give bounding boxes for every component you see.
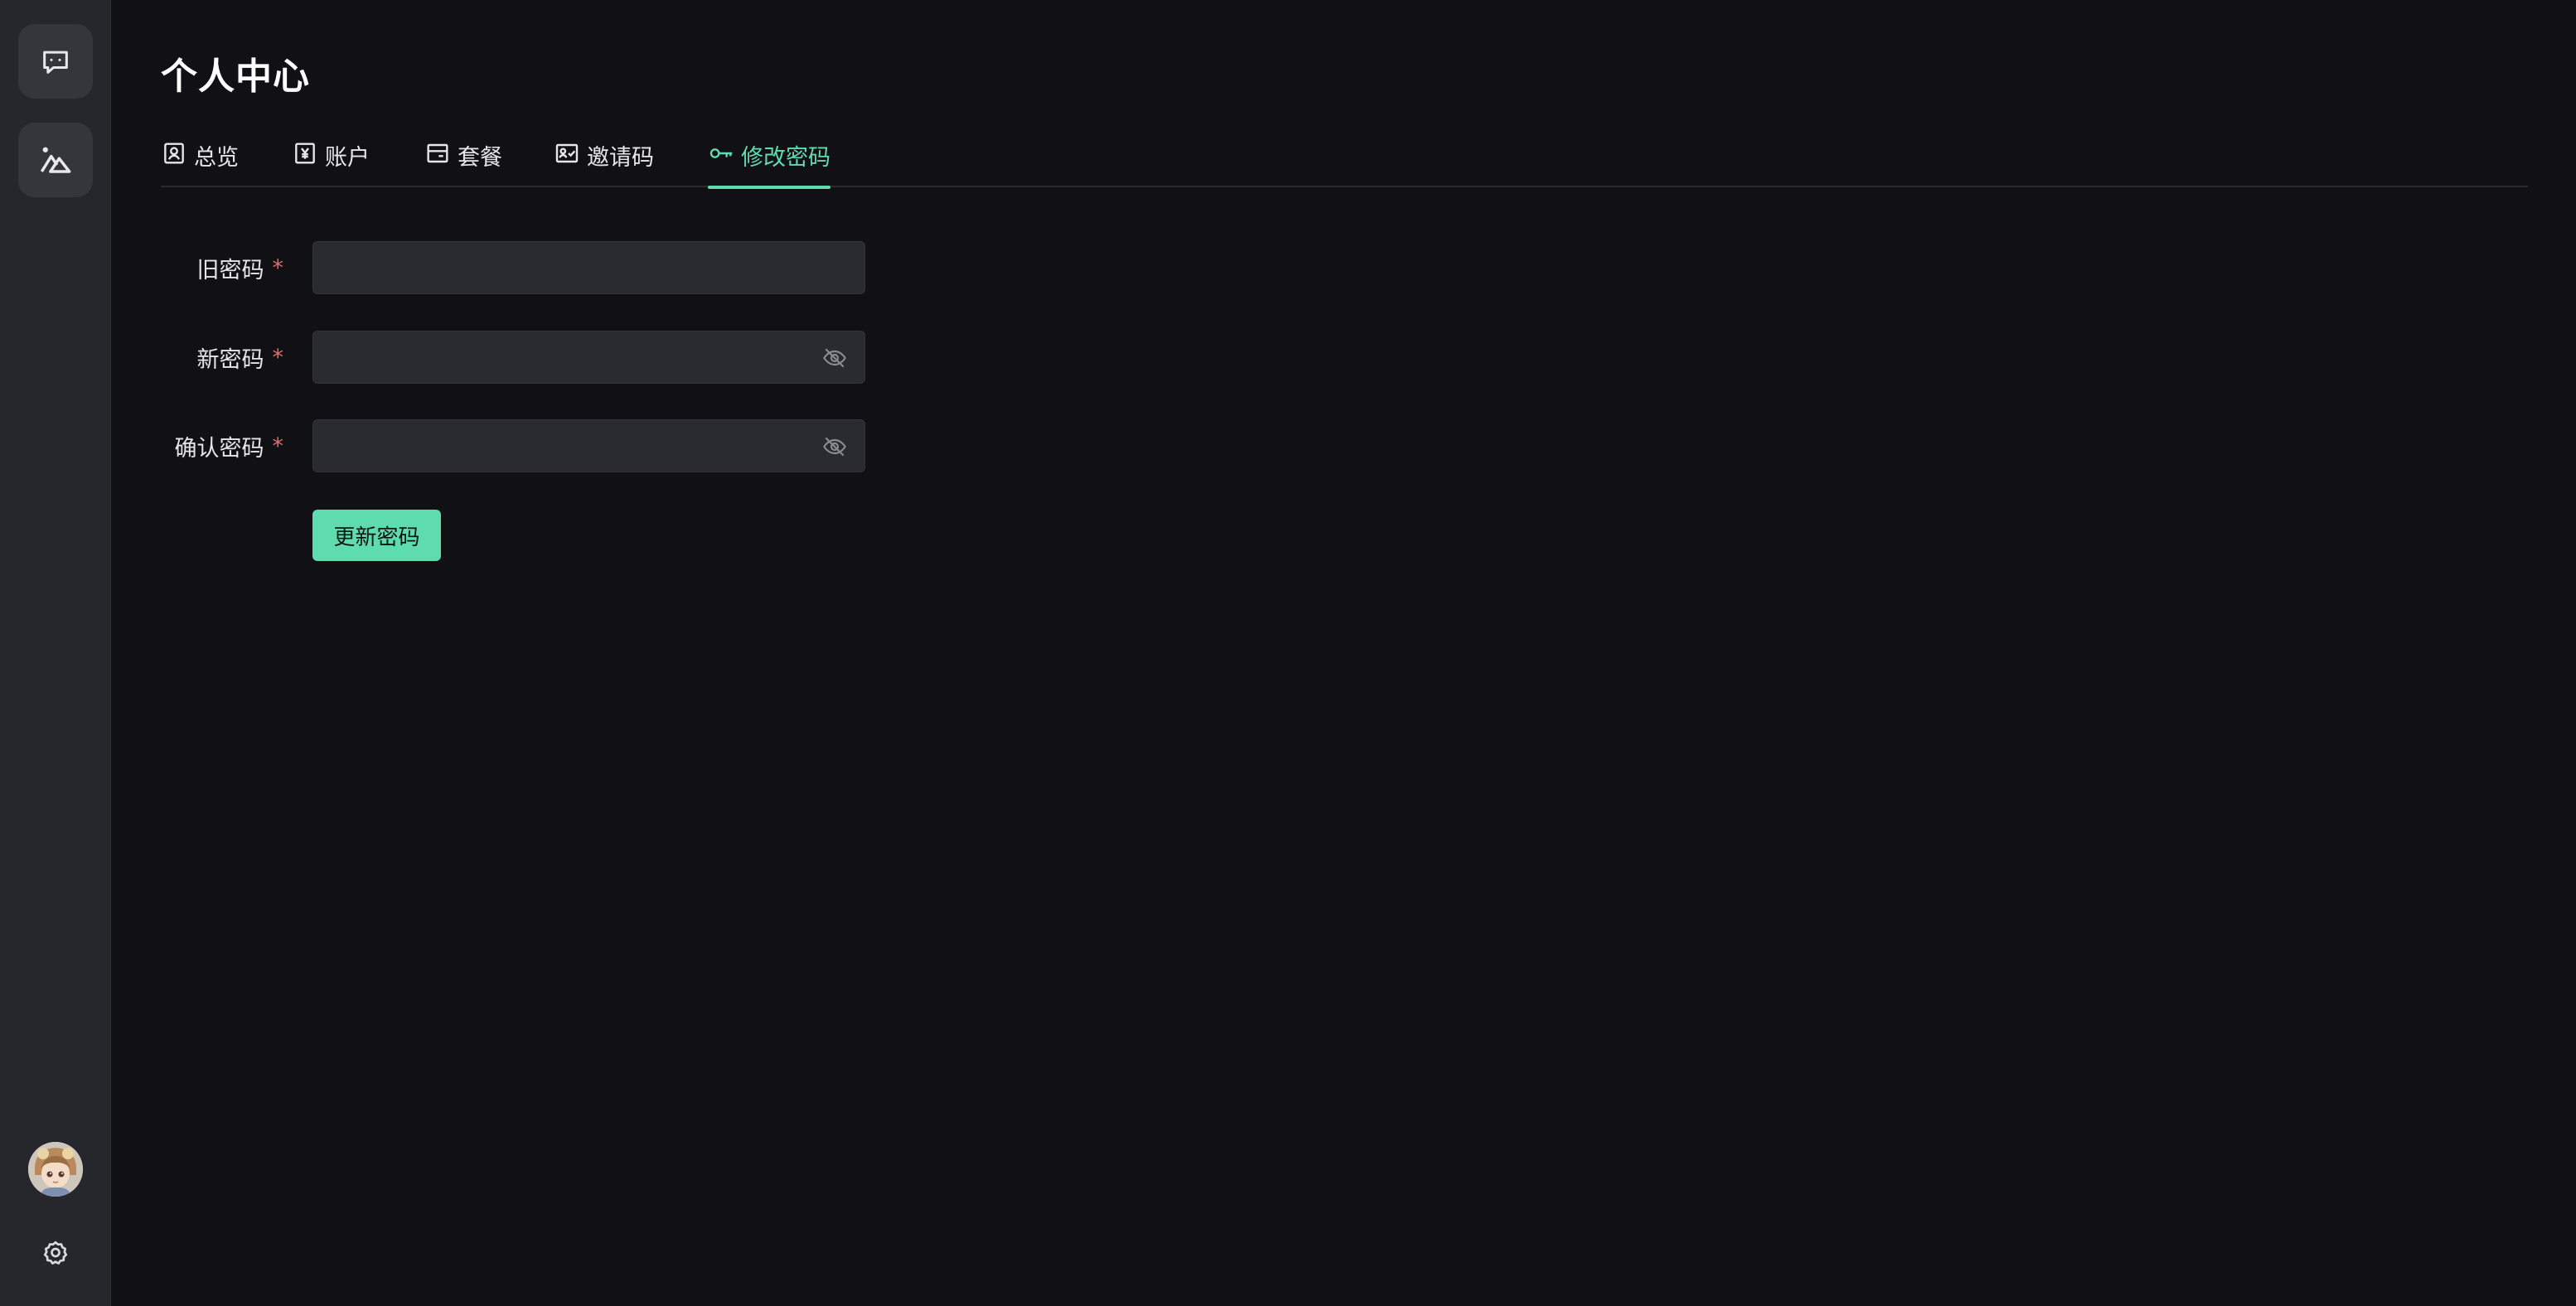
required-mark: * xyxy=(272,344,284,370)
tab-account[interactable]: 账户 xyxy=(292,133,370,187)
sidebar xyxy=(0,0,111,1306)
confirm-password-label-text: 确认密码 xyxy=(174,435,264,462)
new-password-label: 新密码 * xyxy=(197,331,284,384)
update-password-button[interactable]: 更新密码 xyxy=(312,510,441,561)
profile-card-icon xyxy=(164,143,184,164)
tab-account-label: 账户 xyxy=(325,145,370,171)
old-password-input[interactable] xyxy=(313,242,864,293)
old-password-label: 旧密码 * xyxy=(197,241,284,294)
tab-invite[interactable]: 邀请码 xyxy=(554,133,654,187)
confirm-password-label: 确认密码 * xyxy=(175,419,284,472)
tab-invite-label: 邀请码 xyxy=(587,145,654,171)
key-icon xyxy=(709,148,733,158)
sidebar-item-image[interactable] xyxy=(18,123,93,197)
eye-off-icon[interactable] xyxy=(821,433,848,460)
confirm-password-field-wrap xyxy=(312,419,865,472)
chat-bubble-icon xyxy=(43,51,68,74)
sidebar-item-chat[interactable] xyxy=(18,24,93,99)
yen-icon xyxy=(295,143,315,164)
confirm-password-input[interactable] xyxy=(313,420,864,472)
old-password-field-wrap xyxy=(312,241,865,294)
tab-overview[interactable]: 总览 xyxy=(161,133,239,187)
tab-change-password-label: 修改密码 xyxy=(741,145,830,171)
old-password-label-text: 旧密码 xyxy=(196,257,264,283)
old-password-row: 旧密码 * xyxy=(161,241,990,294)
avatar[interactable] xyxy=(28,1142,83,1197)
new-password-field-wrap xyxy=(312,331,865,384)
tab-overview-label: 总览 xyxy=(194,145,239,171)
user-avatar-icon xyxy=(28,1142,83,1197)
wallet-icon xyxy=(427,143,448,163)
tab-bar: 总览 账户 套餐 邀请码 修改密码 xyxy=(161,133,2528,189)
tab-plan-label: 套餐 xyxy=(458,145,502,171)
required-mark: * xyxy=(272,433,284,459)
page-title: 个人中心 xyxy=(161,56,310,98)
settings-button[interactable] xyxy=(35,1233,76,1275)
main-content: 个人中心 总览 账户 套餐 邀请码 修改密码 旧密码 * 新密码 * 确认密码 … xyxy=(111,0,2576,1306)
eye-off-icon[interactable] xyxy=(821,345,848,371)
new-password-label-text: 新密码 xyxy=(196,346,264,373)
required-mark: * xyxy=(272,254,284,281)
gear-icon xyxy=(43,1241,68,1265)
mountain-image-icon xyxy=(40,147,71,173)
new-password-input[interactable] xyxy=(313,331,864,383)
tab-plan[interactable]: 套餐 xyxy=(424,133,502,187)
confirm-password-row: 确认密码 * xyxy=(161,419,990,472)
tab-change-password[interactable]: 修改密码 xyxy=(708,133,830,189)
id-card-check-icon xyxy=(555,143,579,163)
new-password-row: 新密码 * xyxy=(161,331,990,384)
